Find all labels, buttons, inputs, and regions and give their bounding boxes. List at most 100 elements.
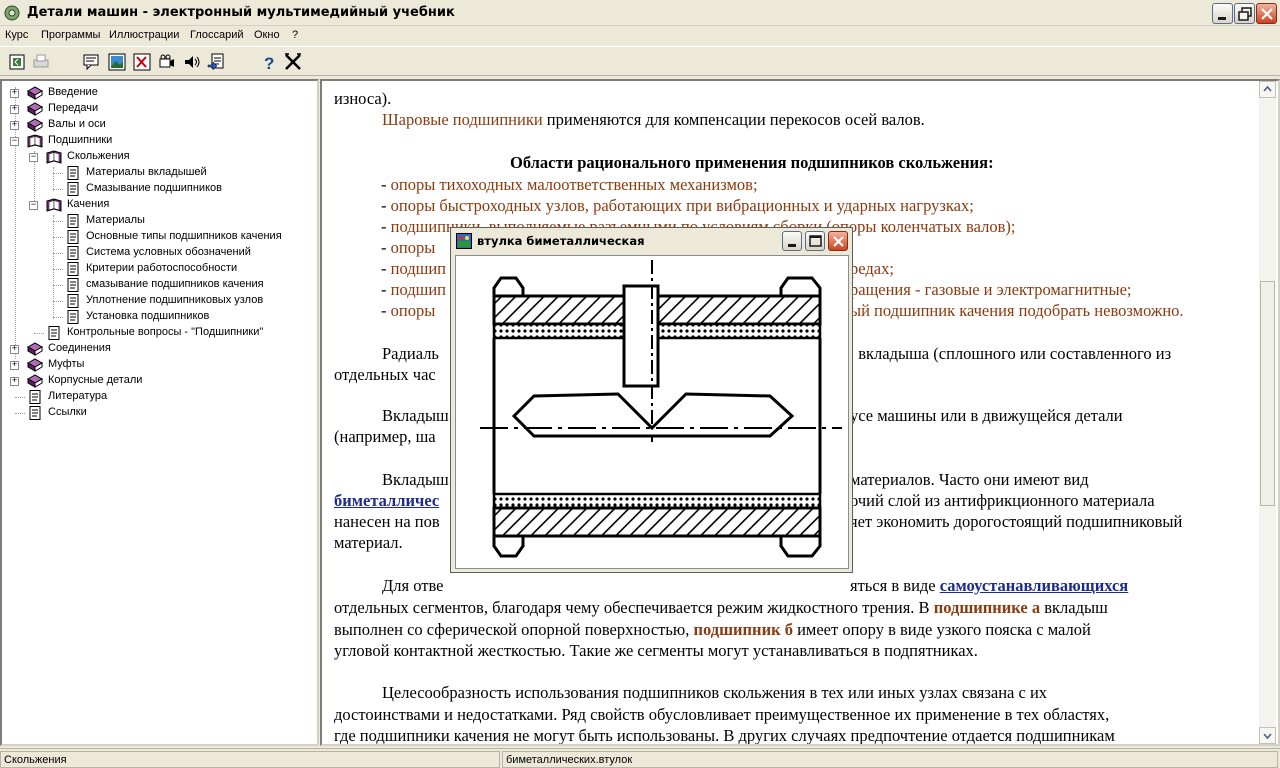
image-icon[interactable] xyxy=(107,52,127,72)
tree-item-label: Подшипники xyxy=(48,134,113,146)
link-self-aligning[interactable]: самоустанавливающихся xyxy=(940,576,1129,595)
back-icon[interactable] xyxy=(7,52,27,72)
menu-course[interactable]: Курс xyxy=(5,29,28,41)
illustration-title-bar[interactable]: втулка биметаллическая xyxy=(451,228,852,253)
tree-expander[interactable]: + xyxy=(10,359,19,370)
popup-maximize-button[interactable] xyxy=(805,231,825,251)
text-line: , вкладыша (сплошного или составленного … xyxy=(850,344,1172,363)
scroll-thumb[interactable] xyxy=(1260,281,1275,506)
text-line: очий слой из антифрикционного материала xyxy=(850,491,1155,510)
popup-close-button[interactable] xyxy=(828,231,848,251)
menu-help[interactable]: ? xyxy=(292,29,298,41)
term-bearing-a[interactable]: подшипнике а xyxy=(934,598,1040,617)
bushing-section-diagram xyxy=(480,260,842,558)
tree-item-label: Ссылки xyxy=(48,406,87,418)
book-icon xyxy=(26,102,44,116)
open-book-icon xyxy=(27,134,43,148)
sound-icon[interactable] xyxy=(182,52,202,72)
menu-illustrations[interactable]: Иллюстрации xyxy=(109,29,179,41)
document-icon xyxy=(67,262,79,276)
document-icon xyxy=(29,390,41,404)
menu-programs[interactable]: Программы xyxy=(41,29,100,41)
term-bearing-b[interactable]: подшипник б xyxy=(693,620,792,639)
text-line: яться в виде самоустанавливающихся xyxy=(850,576,1129,595)
formula-icon[interactable] xyxy=(132,52,152,72)
scroll-up-button[interactable] xyxy=(1259,81,1276,98)
video-icon[interactable] xyxy=(157,52,177,72)
text-line: усе машины или в движущейся детали xyxy=(850,406,1123,425)
tree-item-label: Контрольные вопросы - "Подшипники" xyxy=(67,326,264,338)
tree-expander[interactable]: + xyxy=(10,343,19,354)
bullet-item-tail: ращения - газовые и электромагнитные; xyxy=(850,280,1132,299)
text-line: износа). xyxy=(334,89,392,108)
picture-icon xyxy=(456,233,472,249)
text-line: отдельных сегментов, благодаря чему обес… xyxy=(334,598,1108,617)
tree-expander[interactable]: − xyxy=(10,135,19,146)
popup-minimize-button[interactable] xyxy=(782,231,802,251)
arrow-down-icon xyxy=(1263,733,1272,740)
book-icon xyxy=(26,118,44,132)
tree-item-label: Передачи xyxy=(48,102,99,114)
help-icon[interactable]: ? xyxy=(259,52,279,72)
tree-item-label: смазывание подшипников качения xyxy=(86,278,264,290)
illustration-title: втулка биметаллическая xyxy=(477,234,645,248)
document-icon xyxy=(67,166,79,180)
bullet-item-tail: ый подшипник качения подобрать невозможн… xyxy=(850,301,1184,320)
document-icon xyxy=(67,230,79,244)
tree-expander[interactable]: − xyxy=(29,199,38,210)
tree-expander[interactable]: + xyxy=(10,375,19,386)
document-icon xyxy=(29,406,41,420)
text-line: угловой контактной жесткостью. Такие же … xyxy=(334,641,978,660)
comment-icon[interactable] xyxy=(81,52,101,72)
menu-bar: Курс Программы Иллюстрации Глоссарий Окн… xyxy=(0,26,1280,46)
restore-icon xyxy=(1238,7,1252,21)
tree-item-label: Качения xyxy=(67,198,110,210)
menu-window[interactable]: Окно xyxy=(254,29,280,41)
text-line: Целесообразность использования подшипник… xyxy=(382,683,1048,702)
document-icon xyxy=(67,278,79,292)
menu-glossary[interactable]: Глоссарий xyxy=(190,29,244,41)
term-ball-bearings[interactable]: Шаровые подшипники xyxy=(382,110,543,129)
document-icon xyxy=(48,326,60,340)
minimize-button[interactable] xyxy=(1212,3,1233,24)
tree-expander[interactable]: − xyxy=(29,151,38,162)
tree-expander[interactable]: + xyxy=(10,87,19,98)
tree-item-label: Введение xyxy=(48,86,98,98)
tree-item-label: Соединения xyxy=(48,342,111,354)
app-icon xyxy=(4,5,20,21)
status-hint: биметаллических.втулок xyxy=(502,751,1278,768)
title-bar: Детали машин - электронный мультимедийны… xyxy=(0,0,1280,26)
document-icon xyxy=(67,310,79,324)
text-line: выполнен со сферической опорной поверхно… xyxy=(334,620,1091,639)
close-icon xyxy=(1261,8,1273,20)
tree-expander[interactable]: + xyxy=(10,103,19,114)
tree-item-label: Критерии работоспособности xyxy=(86,262,238,274)
book-icon xyxy=(26,358,44,372)
document-icon xyxy=(67,294,79,308)
tree-item-label: Установка подшипников xyxy=(86,310,210,322)
tree-item-label: Скольжения xyxy=(67,150,130,162)
link-bimetallic[interactable]: биметалличес xyxy=(334,491,439,510)
print-icon[interactable] xyxy=(31,52,51,72)
svg-text:?: ? xyxy=(264,54,274,72)
bullet-item: - опоры тихоходных малоответственных мех… xyxy=(381,175,758,194)
restore-button[interactable] xyxy=(1234,3,1255,24)
document-icon xyxy=(67,214,79,228)
notes-icon[interactable] xyxy=(206,52,226,72)
close-icon xyxy=(833,236,844,247)
tree-expander[interactable]: + xyxy=(10,119,19,130)
maximize-icon xyxy=(809,235,822,247)
text-line: материалов. Часто они имеют вид xyxy=(850,470,1089,489)
tree-item-label: Основные типы подшипников качения xyxy=(86,230,282,242)
tree-item-label: Материалы xyxy=(86,214,145,226)
exit-icon[interactable] xyxy=(283,52,303,72)
minimize-icon xyxy=(788,244,796,247)
illustration-window[interactable]: втулка биметаллическая xyxy=(450,227,853,573)
bimetal-bushing-drawing xyxy=(455,255,849,569)
book-icon xyxy=(26,342,44,356)
scroll-down-button[interactable] xyxy=(1259,727,1276,744)
close-button[interactable] xyxy=(1256,3,1277,24)
minimize-icon xyxy=(1218,17,1226,20)
vertical-scrollbar[interactable] xyxy=(1259,81,1276,744)
course-tree: + Введение + Передачи + Валы и оси − Подшипники… xyxy=(0,79,319,746)
